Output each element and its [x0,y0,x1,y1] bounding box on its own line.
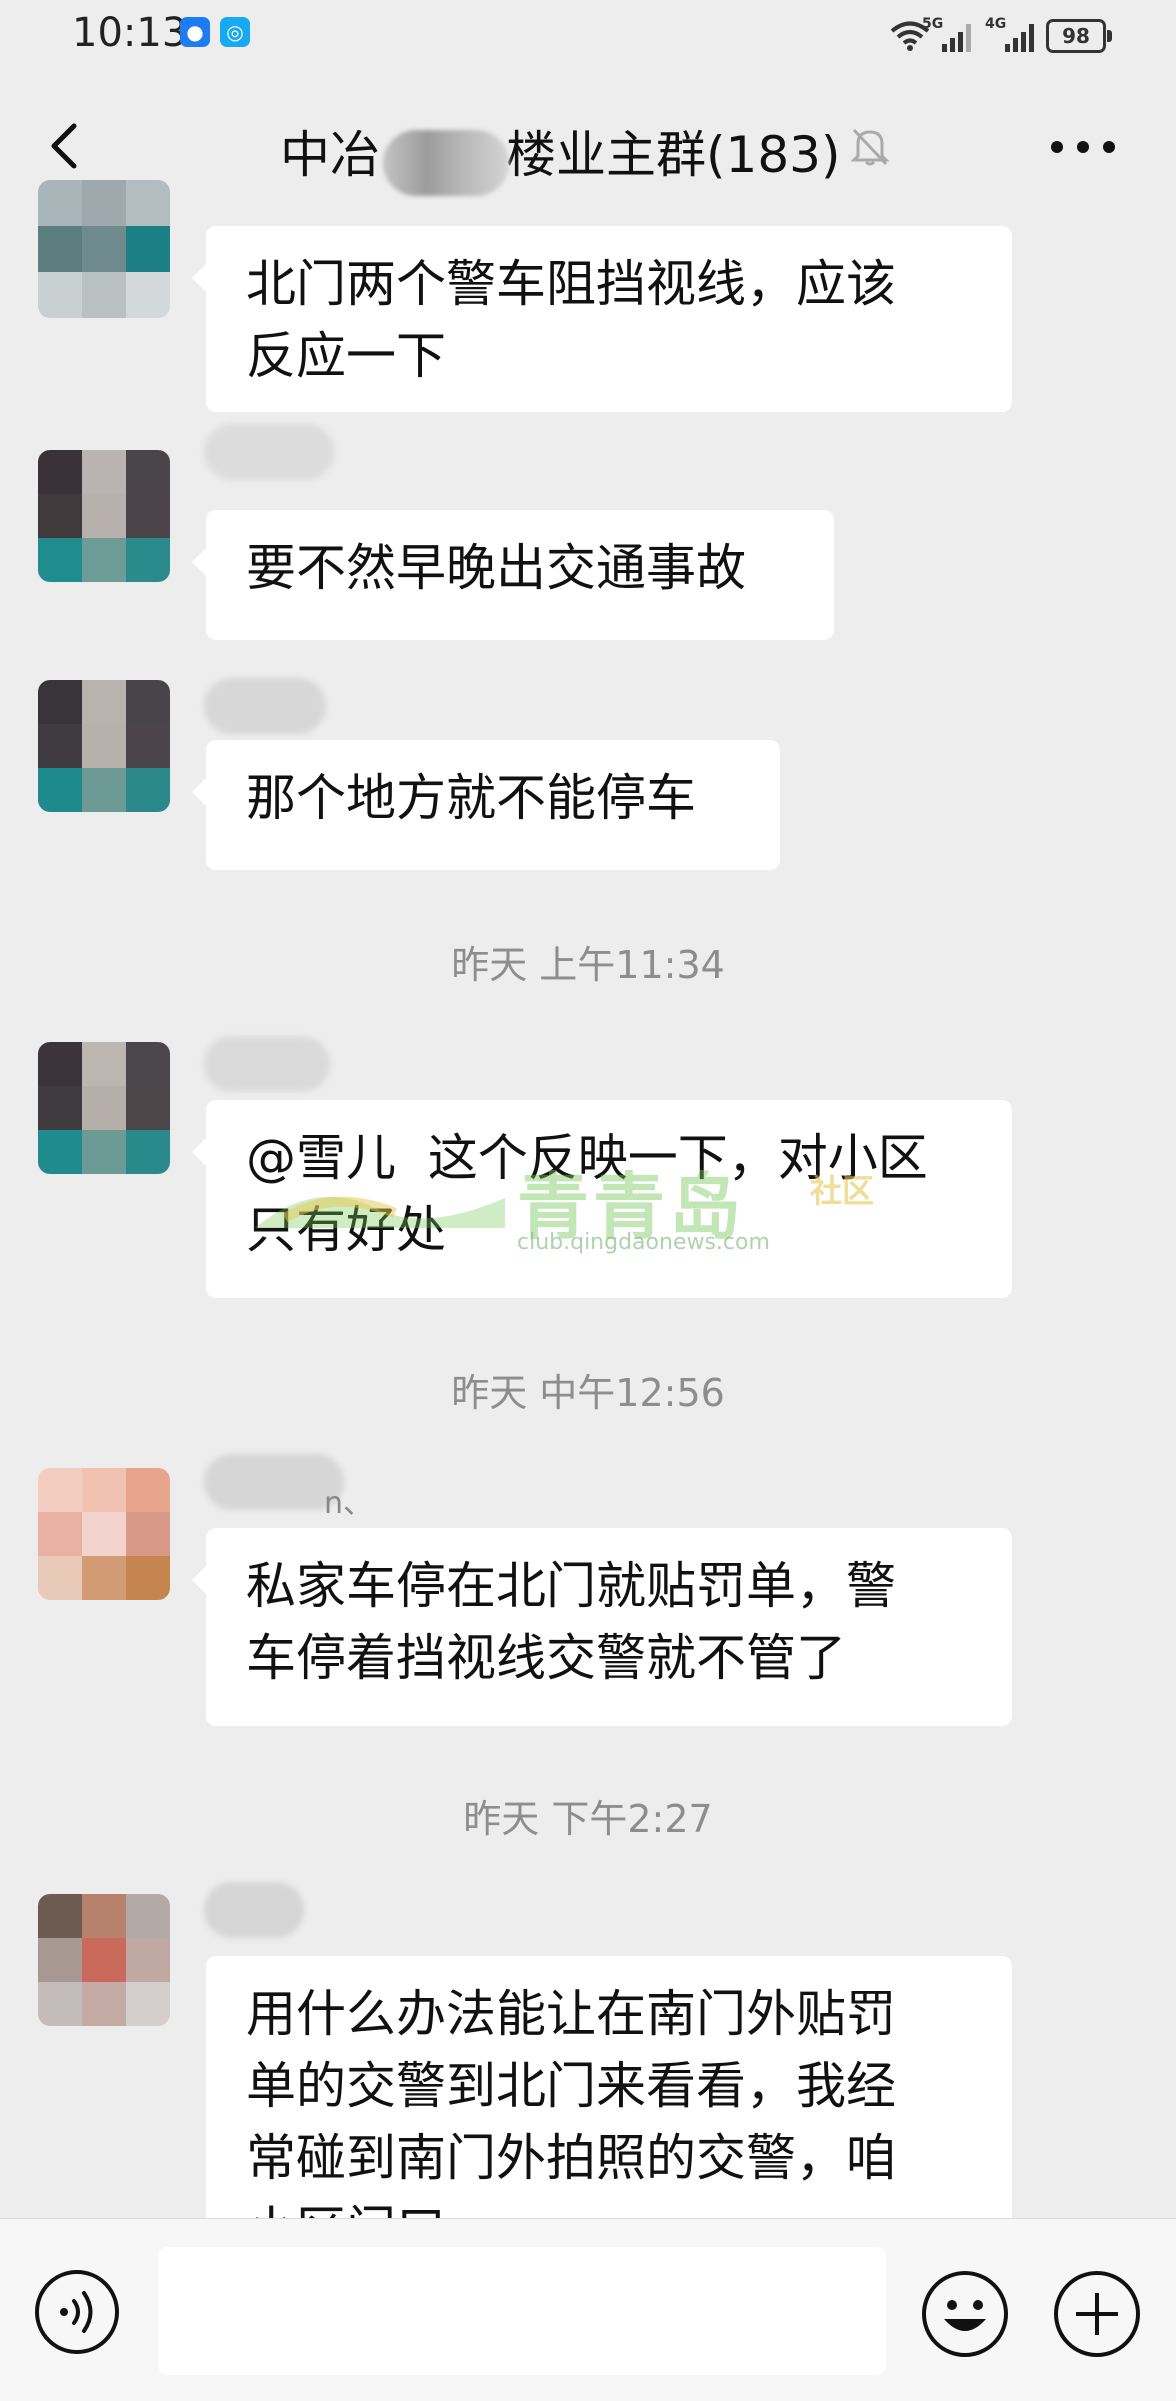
message-timestamp: 昨天 下午2:27 [463,1797,713,1841]
sender-name-suffix: n、 [324,1486,374,1521]
message-bubble[interactable]: 要不然早晚出交通事故 [192,510,834,640]
chat-header: 中冶 楼业主群(183) [0,70,1176,228]
sender-avatar[interactable] [38,1042,170,1174]
message-timestamp: 昨天 中午12:56 [451,1371,725,1415]
battery-icon: 98 [1046,19,1112,53]
status-icons: 5G 4G 98 [890,14,1112,58]
message-bubble[interactable]: 私家车停在北门就贴罚单，警 车停着挡视线交警就不管了 [192,1528,1012,1726]
sender-avatar[interactable] [38,180,170,318]
status-bar: 10:13 ● ◎ 5G 4G 98 [0,0,1176,70]
emoji-icon[interactable] [920,2269,1010,2359]
sender-avatar[interactable] [38,1468,170,1600]
sender-name-redacted [204,1454,344,1510]
sender-avatar[interactable] [38,450,170,582]
voice-input-icon[interactable] [34,2269,120,2355]
chat-input-bar [0,2218,1176,2401]
search-app-icon: ◎ [220,17,250,47]
message-bubble[interactable]: @雪儿 这个反映一下，对小区 只有好处 [192,1100,1012,1298]
more-options-icon[interactable] [1050,140,1116,154]
sender-name-redacted [204,678,326,734]
sender-name-redacted [204,1882,304,1938]
title-redaction [383,130,509,196]
mute-bell-icon [850,128,890,166]
signal-5g-icon: 5G [922,16,971,52]
signal-4g-icon: 4G [985,16,1034,52]
message-bubble[interactable]: 北门两个警车阻挡视线，应该 反应一下 [192,226,1012,412]
add-attachment-icon[interactable] [1052,2269,1142,2359]
message-bubble[interactable]: 那个地方就不能停车 [192,740,780,870]
message-input[interactable] [158,2247,886,2375]
sender-name-redacted [204,1036,330,1092]
sender-avatar[interactable] [38,680,170,812]
status-time: 10:13 [72,10,188,56]
sender-avatar[interactable] [38,1894,170,2026]
notification-app-icon: ● [180,17,210,47]
message-timestamp: 昨天 上午11:34 [451,943,725,987]
back-arrow-icon[interactable] [40,120,92,172]
chat-title: 中冶 楼业主群(183) [280,126,841,184]
sender-name-redacted [204,424,334,480]
